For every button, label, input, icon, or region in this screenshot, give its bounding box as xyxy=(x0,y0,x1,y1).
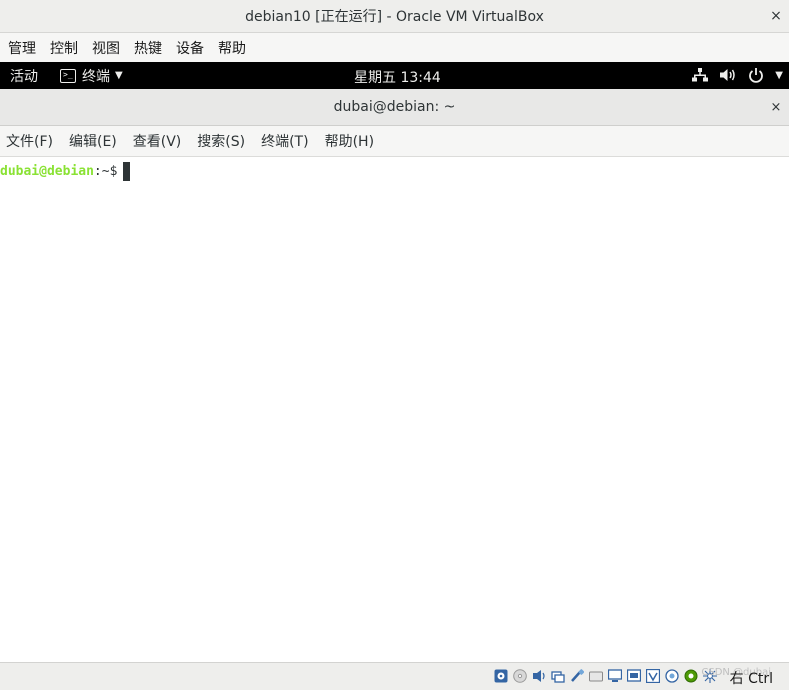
app-menu[interactable]: >_ 终端 ▼ xyxy=(60,66,123,86)
terminal-menu-search[interactable]: 搜索(S) xyxy=(197,131,245,151)
virtualization-icon[interactable] xyxy=(645,668,660,684)
system-tray[interactable]: ▼ xyxy=(691,66,783,84)
chevron-down-icon: ▼ xyxy=(115,70,123,81)
host-menu-devices[interactable]: 设备 xyxy=(176,38,204,58)
prompt-user-host: dubai@debian xyxy=(0,164,94,179)
clock[interactable]: 星期五 13:44 xyxy=(354,67,441,87)
host-menu-hotkeys[interactable]: 热键 xyxy=(134,38,162,58)
host-window-title: debian10 [正在运行] - Oracle VM VirtualBox xyxy=(245,9,544,25)
power-icon xyxy=(747,66,765,84)
terminal-window-title: dubai@debian: ~ xyxy=(333,99,456,115)
shared-folders-icon[interactable] xyxy=(588,668,603,684)
chevron-down-icon: ▼ xyxy=(775,69,783,81)
mouse-integration-icon[interactable] xyxy=(683,668,698,684)
volume-icon xyxy=(719,66,737,84)
vbox-statusbar: CSDN @dubai 右 Ctrl xyxy=(0,662,789,690)
terminal-app-icon: >_ xyxy=(60,68,76,83)
host-menu-view[interactable]: 视图 xyxy=(92,38,120,58)
text-cursor xyxy=(123,162,131,181)
activities-button[interactable]: 活动 xyxy=(10,66,38,86)
terminal-menubar: 文件(F) 编辑(E) 查看(V) 搜索(S) 终端(T) 帮助(H) xyxy=(0,126,789,157)
terminal-menu-edit[interactable]: 编辑(E) xyxy=(69,131,117,151)
network-adapter-icon[interactable] xyxy=(550,668,565,684)
display-icon[interactable] xyxy=(607,668,622,684)
app-menu-label: 终端 xyxy=(82,68,110,85)
guest-additions-icon[interactable] xyxy=(664,668,679,684)
terminal-content[interactable]: dubai@debian:~$ xyxy=(0,157,789,662)
hard-disk-icon[interactable] xyxy=(493,668,508,684)
optical-drive-icon[interactable] xyxy=(512,668,527,684)
terminal-menu-view[interactable]: 查看(V) xyxy=(133,131,182,151)
host-close-button[interactable]: × xyxy=(767,7,785,25)
prompt-line: dubai@debian:~$ xyxy=(0,162,131,181)
host-titlebar: debian10 [正在运行] - Oracle VM VirtualBox × xyxy=(0,0,789,33)
terminal-close-button[interactable]: × xyxy=(768,99,784,115)
terminal-menu-terminal[interactable]: 终端(T) xyxy=(261,131,308,151)
network-icon xyxy=(691,66,709,84)
host-menubar: 管理 控制 视图 热键 设备 帮助 xyxy=(0,33,789,62)
terminal-menu-file[interactable]: 文件(F) xyxy=(6,131,53,151)
gnome-top-bar: 活动 >_ 终端 ▼ 星期五 13:44 ▼ xyxy=(0,62,789,89)
terminal-menu-help[interactable]: 帮助(H) xyxy=(325,131,374,151)
audio-icon[interactable] xyxy=(531,668,546,684)
terminal-headerbar: dubai@debian: ~ × xyxy=(0,89,789,126)
host-menu-control[interactable]: 控制 xyxy=(50,38,78,58)
recording-icon[interactable] xyxy=(626,668,641,684)
host-menu-manage[interactable]: 管理 xyxy=(8,38,36,58)
prompt-path: :~$ xyxy=(93,164,118,179)
host-key-indicator: 右 Ctrl xyxy=(729,671,773,687)
host-menu-help[interactable]: 帮助 xyxy=(218,38,246,58)
status-icons xyxy=(493,668,717,684)
usb-icon[interactable] xyxy=(569,668,584,684)
